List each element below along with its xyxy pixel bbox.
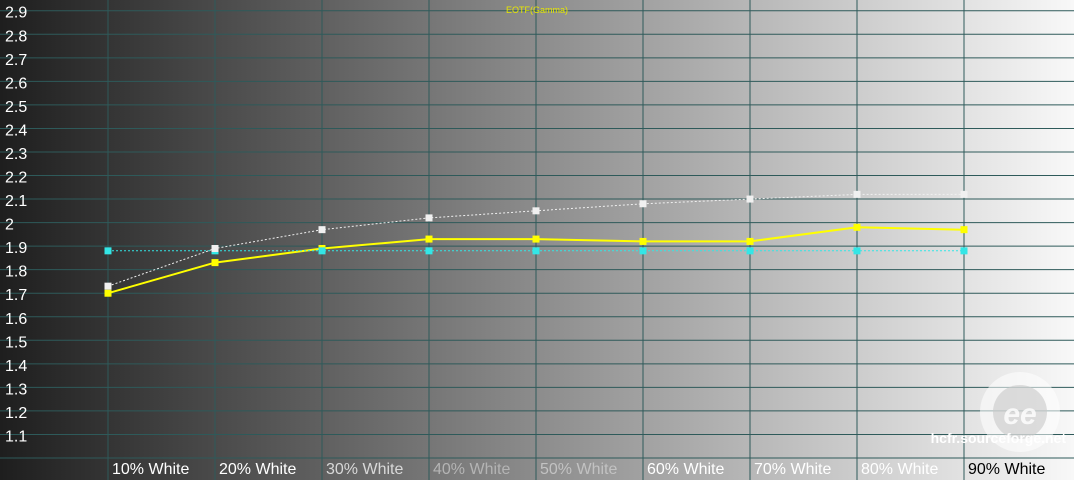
y-tick-label-1.4: 1.4 — [5, 358, 27, 375]
y-tick-label-1.1: 1.1 — [5, 428, 27, 445]
series-1-point-2 — [211, 259, 219, 267]
x-tick-label-8: 80% White — [861, 461, 938, 478]
x-tick-label-7: 70% White — [754, 461, 831, 478]
y-tick-label-2.1: 2.1 — [5, 193, 27, 210]
series-2-point-1 — [104, 247, 112, 255]
y-tick-label-2.9: 2.9 — [5, 5, 27, 22]
series-3-point-2 — [211, 244, 219, 252]
y-tick-label-2.4: 2.4 — [5, 122, 27, 139]
y-tick-label-1.6: 1.6 — [5, 311, 27, 328]
y-tick-label-1.8: 1.8 — [5, 264, 27, 281]
series-2-point-4 — [425, 247, 433, 255]
series-2-point-8 — [853, 247, 861, 255]
y-tick-label-2.7: 2.7 — [5, 52, 27, 69]
series-3-point-3 — [318, 226, 326, 234]
x-tick-label-2: 20% White — [219, 461, 296, 478]
series-1-point-9 — [960, 226, 968, 234]
y-tick-label-1.7: 1.7 — [5, 287, 27, 304]
y-tick-label-2.8: 2.8 — [5, 28, 27, 45]
y-tick-label-2.3: 2.3 — [5, 146, 27, 163]
y-tick-label-1.5: 1.5 — [5, 334, 27, 351]
logo-glyph: ee — [1003, 398, 1036, 431]
y-tick-label-1.2: 1.2 — [5, 405, 27, 422]
series-3-point-1 — [104, 282, 112, 290]
x-tick-label-3: 30% White — [326, 461, 403, 478]
series-2-point-7 — [746, 247, 754, 255]
x-tick-label-5: 50% White — [540, 461, 617, 478]
series-2-point-9 — [960, 247, 968, 255]
chart-svg: 2.9 2.8 2.7 2.6 2.5 2.4 2.3 2.2 2.1 2 1.9 1.8 1.7 1.6… — [0, 0, 1074, 480]
series-2-point-6 — [639, 247, 647, 255]
series-1-point-4 — [425, 235, 433, 243]
y-tick-label-2: 2 — [5, 217, 14, 234]
series-3-point-6 — [639, 200, 647, 208]
series-3-point-9 — [960, 190, 968, 198]
series-1-point-7 — [746, 237, 754, 245]
series-2-point-3 — [318, 247, 326, 255]
x-tick-label-6: 60% White — [647, 461, 724, 478]
x-tick-label-4: 40% White — [433, 461, 510, 478]
series-3-point-4 — [425, 214, 433, 222]
series-3-point-8 — [853, 190, 861, 198]
y-tick-label-2.2: 2.2 — [5, 170, 27, 187]
series-1-point-5 — [532, 235, 540, 243]
y-tick-label-1.3: 1.3 — [5, 381, 27, 398]
series-1-point-8 — [853, 223, 861, 231]
series-3-point-5 — [532, 207, 540, 215]
series-1-point-6 — [639, 237, 647, 245]
chart-title: EOTF(Gamma) — [506, 5, 568, 15]
series-1-point-1 — [104, 289, 112, 297]
series-2-point-5 — [532, 247, 540, 255]
x-tick-label-9: 90% White — [968, 461, 1045, 478]
y-tick-label-1.9: 1.9 — [5, 240, 27, 257]
y-tick-label-2.6: 2.6 — [5, 75, 27, 92]
gamma-chart: 2.9 2.8 2.7 2.6 2.5 2.4 2.3 2.2 2.1 2 1.9 1.8 1.7 1.6… — [0, 0, 1074, 480]
x-tick-label-1: 10% White — [112, 461, 189, 478]
series-3-point-7 — [746, 195, 754, 203]
watermark-site-text: hcfr.sourceforge.net — [931, 430, 1067, 446]
y-tick-label-2.5: 2.5 — [5, 99, 27, 116]
